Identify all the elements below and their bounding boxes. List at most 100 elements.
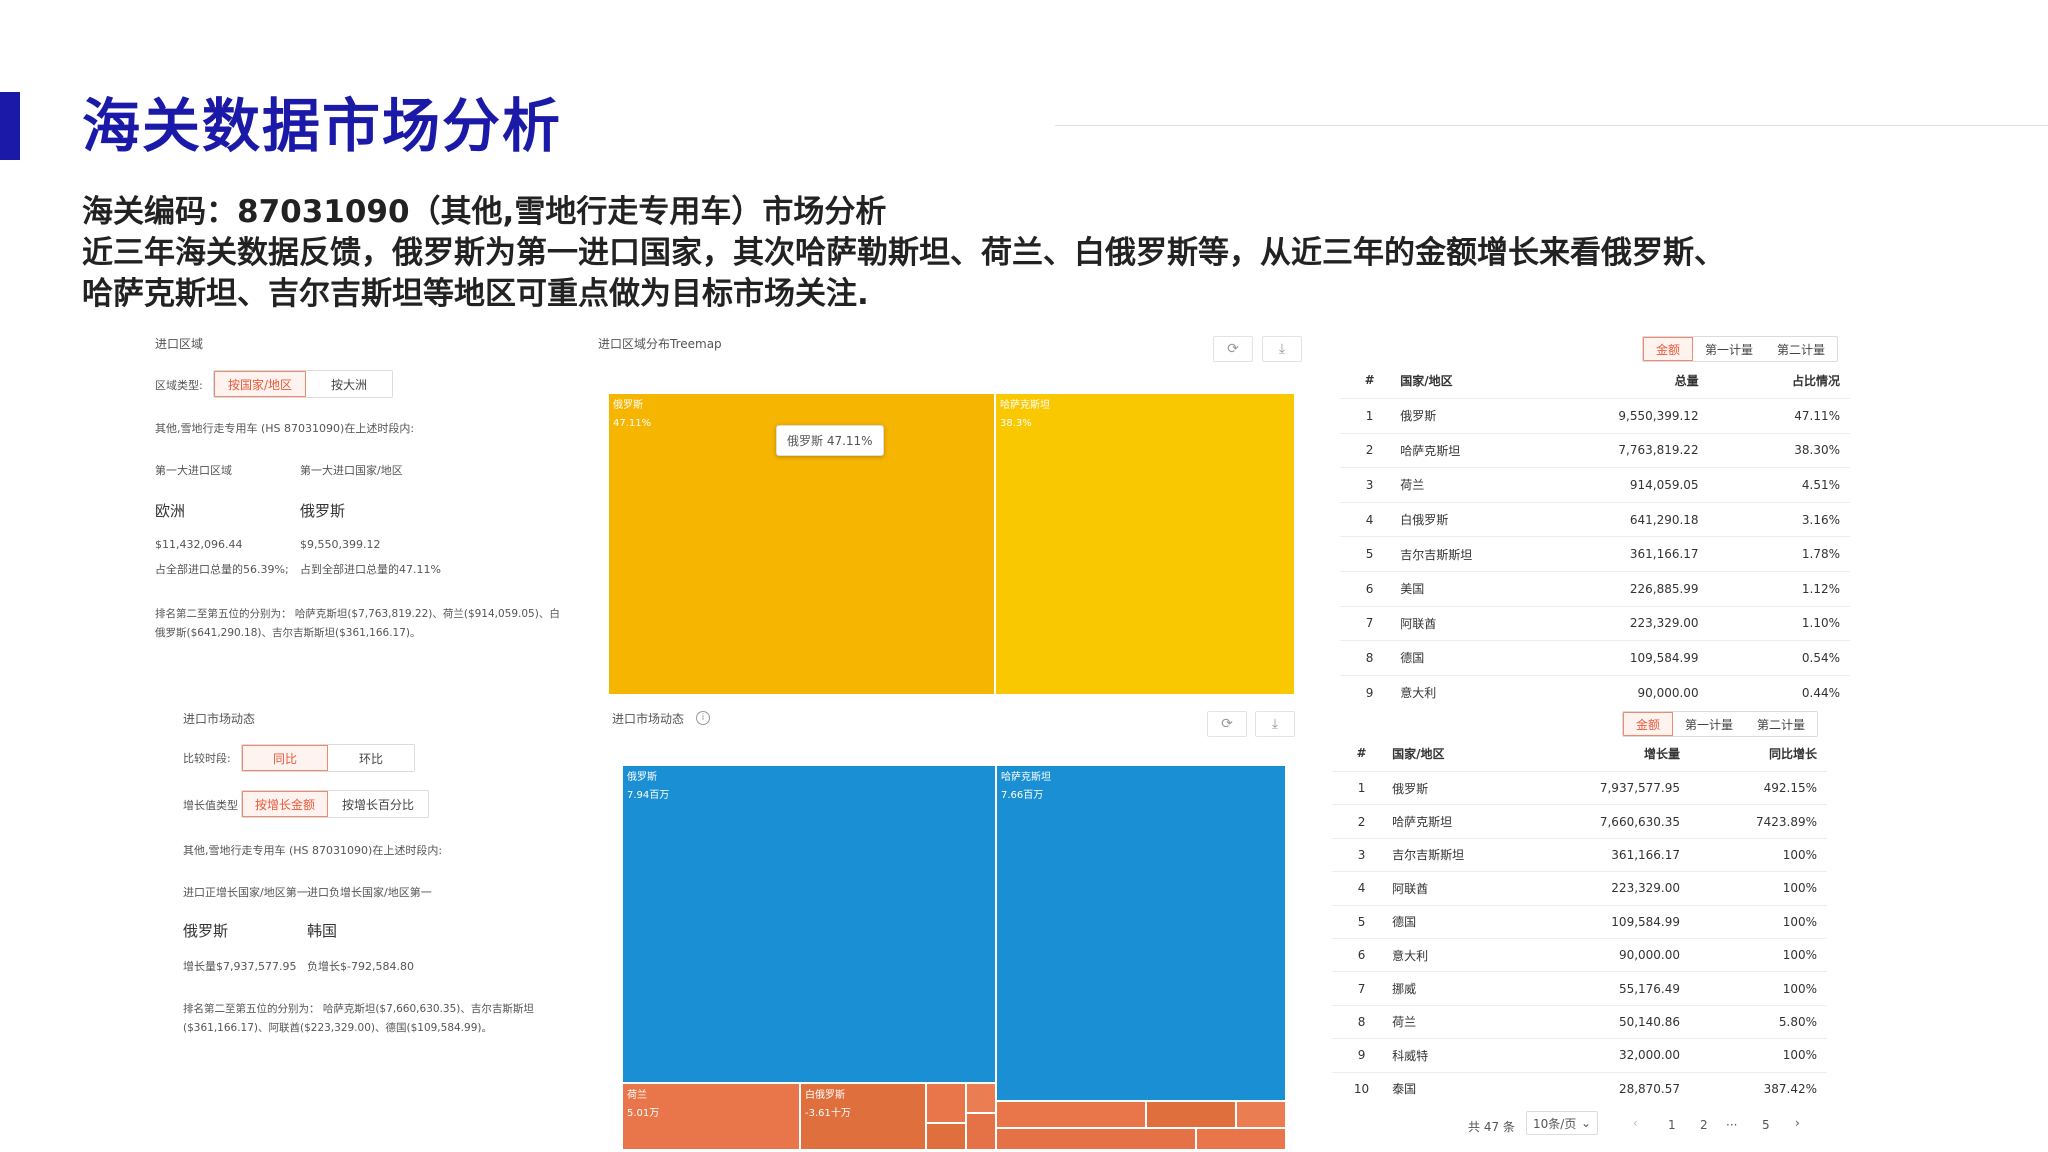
- col-header-total[interactable]: 总量: [1547, 362, 1700, 399]
- toggle-growth-percent[interactable]: 按增长百分比: [328, 791, 428, 817]
- table-row[interactable]: 3 荷兰 914,059.05 4.51%: [1340, 467, 1850, 503]
- tab-amount[interactable]: 金额: [1643, 337, 1693, 361]
- rank-cell: 8: [1332, 1004, 1392, 1039]
- tab-first-unit[interactable]: 第一计量: [1673, 712, 1745, 736]
- download-icon[interactable]: ⤓: [1255, 711, 1295, 737]
- treemap-cell-small[interactable]: [996, 1128, 1196, 1150]
- percent-cell: 1.12%: [1699, 570, 1850, 607]
- pager-total: 共 47 条: [1468, 1120, 1515, 1134]
- page-ellipsis[interactable]: ···: [1726, 1118, 1737, 1132]
- tab-second-unit[interactable]: 第二计量: [1745, 712, 1817, 736]
- rank-cell: 4: [1340, 501, 1400, 537]
- growth-note-line2: ($361,166.17)、阿联酋($223,329.00)、德国($109,5…: [183, 1022, 492, 1034]
- rank-cell: 2: [1332, 804, 1392, 839]
- treemap-cell-small[interactable]: [966, 1083, 996, 1113]
- treemap-cell-kazakhstan[interactable]: 哈萨克斯坦 7.66百万: [996, 765, 1286, 1101]
- table-row[interactable]: 6 意大利 90,000.00 100%: [1332, 937, 1827, 972]
- table-row[interactable]: 9 科威特 32,000.00 100%: [1332, 1038, 1827, 1073]
- toggle-by-continent[interactable]: 按大洲: [306, 371, 392, 397]
- treemap-cell-netherlands[interactable]: 荷兰 5.01万: [622, 1083, 800, 1150]
- percent-cell: 100%: [1681, 837, 1827, 872]
- growth-type-label: 增长值类型: [183, 799, 238, 812]
- table-row[interactable]: 10 泰国 28,870.57 387.42%: [1332, 1071, 1827, 1106]
- page-2[interactable]: 2: [1700, 1118, 1708, 1132]
- percent-cell: 0.54%: [1699, 640, 1850, 676]
- table-row[interactable]: 2 哈萨克斯坦 7,660,630.35 7423.89%: [1332, 804, 1827, 839]
- table-row[interactable]: 2 哈萨克斯坦 7,763,819.22 38.30%: [1340, 432, 1850, 468]
- table-row[interactable]: 9 意大利 90,000.00 0.44%: [1340, 674, 1850, 710]
- toggle-mom[interactable]: 环比: [328, 745, 414, 771]
- toggle-growth-amount[interactable]: 按增长金额: [242, 791, 328, 817]
- country-cell: 阿联酋: [1399, 605, 1547, 641]
- amount-cell: 7,937,577.95: [1533, 770, 1682, 805]
- page-description-line1: 近三年海关数据反馈，俄罗斯为第一进口国家，其次哈萨勒斯坦、荷兰、白俄罗斯等，从近…: [82, 235, 1725, 271]
- prev-page-button[interactable]: ‹: [1633, 1116, 1638, 1130]
- treemap-cell-small[interactable]: [1236, 1101, 1286, 1128]
- next-page-button[interactable]: ›: [1795, 1116, 1800, 1130]
- rank-cell: 2: [1340, 432, 1400, 468]
- market-scope-text: 其他,雪地行走专用车 (HS 87031090)在上述时段内:: [183, 844, 443, 857]
- tab-amount[interactable]: 金额: [1623, 712, 1673, 736]
- top-region-amount: $11,432,096.44: [155, 538, 243, 551]
- col-header-growth[interactable]: 增长量: [1533, 735, 1681, 772]
- table-row[interactable]: 6 美国 226,885.99 1.12%: [1340, 570, 1850, 607]
- table-row[interactable]: 5 德国 109,584.99 100%: [1332, 904, 1827, 939]
- download-icon[interactable]: ⤓: [1262, 336, 1302, 362]
- col-header-share[interactable]: 占比情况: [1700, 362, 1850, 399]
- treemap-cell-small[interactable]: [996, 1101, 1146, 1128]
- table-row[interactable]: 1 俄罗斯 7,937,577.95 492.15%: [1332, 770, 1827, 805]
- treemap-cell-small[interactable]: [1146, 1101, 1236, 1128]
- table-row[interactable]: 4 白俄罗斯 641,290.18 3.16%: [1340, 501, 1850, 537]
- treemap-cell-value: 7.94百万: [627, 790, 670, 801]
- amount-cell: 223,329.00: [1546, 605, 1700, 641]
- table-row[interactable]: 8 荷兰 50,140.86 5.80%: [1332, 1004, 1827, 1039]
- treemap-cell-small[interactable]: [926, 1083, 966, 1123]
- table-row[interactable]: 1 俄罗斯 9,550,399.12 47.11%: [1340, 398, 1850, 434]
- country-cell: 意大利: [1399, 674, 1547, 710]
- rank-cell: 1: [1340, 398, 1400, 434]
- percent-cell: 100%: [1681, 1038, 1827, 1073]
- table-row[interactable]: 7 阿联酋 223,329.00 1.10%: [1340, 605, 1850, 641]
- col-header-yoy[interactable]: 同比增长: [1681, 735, 1827, 772]
- treemap-cell-russia[interactable]: 俄罗斯 7.94百万: [622, 765, 996, 1083]
- table-row[interactable]: 7 挪威 55,176.49 100%: [1332, 971, 1827, 1006]
- country-cell: 科威特: [1391, 1038, 1534, 1073]
- ranking-note-line1: 排名第二至第五位的分别为： 哈萨克斯坦($7,763,819.22)、荷兰($9…: [155, 608, 560, 620]
- top-negative-value: 韩国: [307, 922, 338, 940]
- top-region-label: 第一大进口区域: [155, 464, 232, 477]
- rank-cell: 1: [1332, 770, 1392, 805]
- treemap-cell-kazakhstan[interactable]: 哈萨克斯坦 38.3%: [995, 393, 1295, 695]
- refresh-icon[interactable]: ⟳: [1213, 336, 1253, 362]
- tab-second-unit[interactable]: 第二计量: [1765, 337, 1837, 361]
- table-row[interactable]: 8 德国 109,584.99 0.54%: [1340, 640, 1850, 676]
- col-header-country: 国家/地区: [1400, 373, 1453, 388]
- refresh-icon[interactable]: ⟳: [1207, 711, 1247, 737]
- table-row[interactable]: 3 吉尔吉斯斯坦 361,166.17 100%: [1332, 837, 1827, 872]
- percent-cell: 3.16%: [1699, 501, 1850, 537]
- rank-cell: 5: [1332, 904, 1392, 939]
- rank-cell: 9: [1332, 1038, 1392, 1073]
- amount-cell: 55,176.49: [1533, 971, 1682, 1006]
- treemap-cell-small[interactable]: [966, 1113, 996, 1150]
- toggle-by-country[interactable]: 按国家/地区: [214, 371, 306, 397]
- table-row[interactable]: 4 阿联酋 223,329.00 100%: [1332, 871, 1827, 906]
- treemap-cell-value: 5.01万: [627, 1108, 660, 1119]
- country-cell: 吉尔吉斯斯坦: [1399, 536, 1547, 572]
- info-icon[interactable]: i: [696, 711, 710, 725]
- page-description-line2: 哈萨克斯坦、吉尔吉斯坦等地区可重点做为目标市场关注.: [82, 276, 869, 312]
- table-row[interactable]: 5 吉尔吉斯斯坦 361,166.17 1.78%: [1340, 536, 1850, 572]
- percent-cell: 7423.89%: [1681, 804, 1827, 839]
- percent-cell: 1.78%: [1699, 536, 1850, 572]
- rank-cell: 9: [1340, 674, 1400, 710]
- amount-cell: 361,166.17: [1533, 837, 1682, 872]
- treemap-cell-small[interactable]: [926, 1123, 966, 1150]
- growth-note-line1: 排名第二至第五位的分别为： 哈萨克斯坦($7,660,630.35)、吉尔吉斯斯…: [183, 1003, 534, 1015]
- page-1[interactable]: 1: [1668, 1118, 1676, 1132]
- treemap-cell-small[interactable]: [1196, 1128, 1286, 1150]
- tab-first-unit[interactable]: 第一计量: [1693, 337, 1765, 361]
- toggle-yoy[interactable]: 同比: [242, 745, 328, 771]
- page-5[interactable]: 5: [1762, 1118, 1770, 1132]
- page-size-select[interactable]: 10条/页 ⌄: [1526, 1111, 1598, 1135]
- treemap-cell-belarus[interactable]: 白俄罗斯 -3.61十万: [800, 1083, 926, 1150]
- page-title: 海关数据市场分析: [82, 92, 563, 160]
